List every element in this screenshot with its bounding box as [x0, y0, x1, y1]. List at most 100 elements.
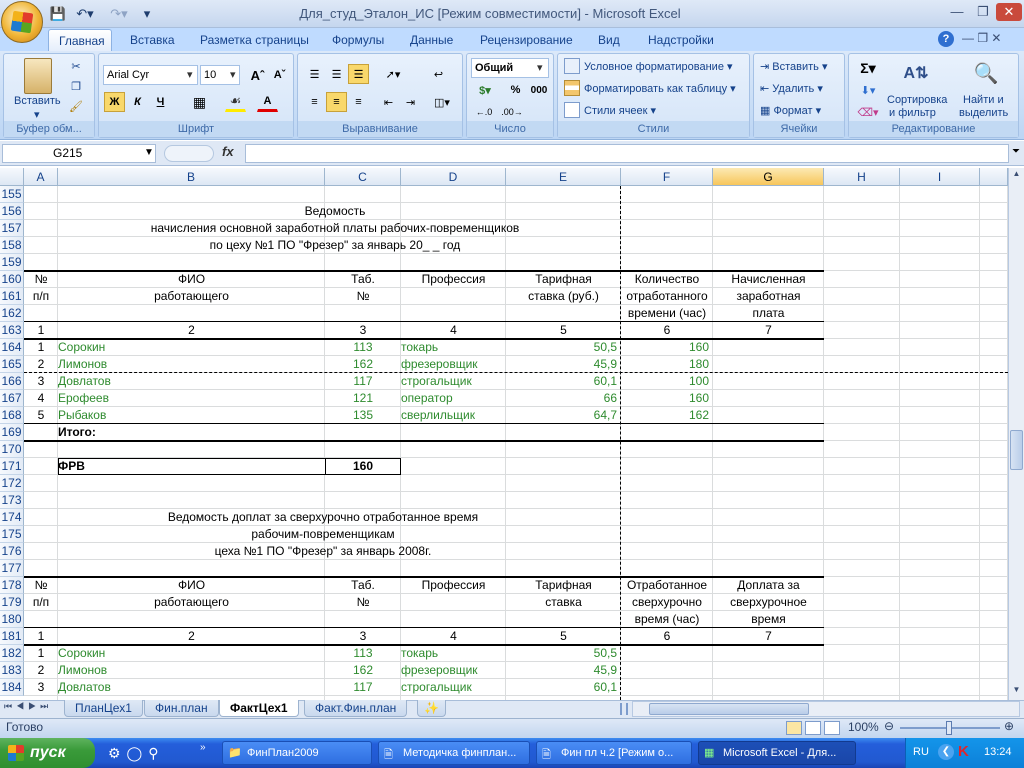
tab-number-cell[interactable]: 121: [325, 390, 401, 407]
column-header-i[interactable]: I: [900, 168, 980, 186]
row-header[interactable]: 170: [0, 441, 24, 458]
report-title-line[interactable]: начисления основной заработной платы раб…: [58, 220, 612, 237]
fill-icon[interactable]: ⬇▾: [853, 80, 883, 100]
table-header-cell[interactable]: отработанного: [621, 288, 713, 305]
page-break-view-icon[interactable]: [824, 721, 840, 735]
tab-split-handle[interactable]: [620, 703, 628, 715]
row-number-cell[interactable]: 3: [24, 373, 58, 390]
tab-insert[interactable]: Вставка: [120, 29, 185, 51]
row-number-cell[interactable]: 2: [24, 662, 58, 679]
column-number-cell[interactable]: 5: [506, 322, 621, 339]
tab-home[interactable]: Главная: [48, 29, 112, 51]
cell-styles-button[interactable]: Стили ячеек ▾: [584, 104, 656, 117]
row-header[interactable]: 173: [0, 492, 24, 509]
tab-review[interactable]: Рецензирование: [470, 29, 583, 51]
row-header[interactable]: 171: [0, 458, 24, 475]
ribbon-minimize-icon[interactable]: — ❐ ✕: [962, 31, 1001, 45]
select-all-corner[interactable]: [0, 168, 24, 186]
row-header[interactable]: 155: [0, 186, 24, 203]
table-header-cell[interactable]: времени (час): [621, 305, 713, 322]
name-box[interactable]: G215: [2, 144, 156, 163]
increase-indent-icon[interactable]: ⇥: [400, 92, 421, 112]
decrease-indent-icon[interactable]: ⇤: [378, 92, 399, 112]
find-select-label[interactable]: Найти и: [963, 94, 1004, 106]
column-header-b[interactable]: B: [58, 168, 325, 186]
tab-addins[interactable]: Надстройки: [638, 29, 724, 51]
profession-cell[interactable]: токарь: [401, 645, 506, 662]
profession-cell[interactable]: строгальщик: [401, 679, 506, 696]
row-header[interactable]: 166: [0, 373, 24, 390]
table-header-cell[interactable]: время: [713, 611, 824, 628]
column-number-cell[interactable]: 4: [401, 628, 506, 645]
increase-decimal-icon[interactable]: ←.0: [471, 102, 497, 122]
table-header-cell[interactable]: ФИО: [58, 577, 325, 594]
font-name-box[interactable]: Arial Cyr: [103, 65, 198, 85]
zoom-in-icon[interactable]: ⊕: [1004, 719, 1014, 733]
tariff-rate-cell[interactable]: 50,5: [506, 339, 621, 356]
align-center-icon[interactable]: ≡: [326, 92, 347, 112]
sheet-tab[interactable]: ПланЦех1: [64, 700, 143, 717]
row-header[interactable]: 177: [0, 560, 24, 577]
font-color-icon[interactable]: A: [257, 92, 278, 112]
report-title-line[interactable]: Ведомость доплат за сверхурочно отработа…: [58, 509, 588, 526]
report-title-line[interactable]: рабочим-повременщикам: [58, 526, 588, 543]
profession-cell[interactable]: фрезеровщик: [401, 356, 506, 373]
page-layout-view-icon[interactable]: [805, 721, 821, 735]
fill-color-icon[interactable]: ☙: [225, 92, 246, 112]
row-header[interactable]: 163: [0, 322, 24, 339]
table-header-cell[interactable]: п/п: [24, 288, 58, 305]
scroll-down-icon[interactable]: ▼: [1010, 685, 1023, 699]
find-select-icon[interactable]: 🔍: [971, 58, 1001, 88]
close-button[interactable]: ✕: [996, 3, 1022, 21]
sort-filter-label-2[interactable]: и фильтр: [889, 107, 936, 119]
tab-formulas[interactable]: Формулы: [322, 29, 394, 51]
sheet-tab[interactable]: Фин.план: [144, 700, 219, 717]
tariff-rate-cell[interactable]: 64,7: [506, 407, 621, 424]
find-select-label-2[interactable]: выделить: [959, 107, 1008, 119]
tab-number-cell[interactable]: 117: [325, 679, 401, 696]
tariff-rate-cell[interactable]: 50,5: [506, 645, 621, 662]
format-cells-button[interactable]: ▦ Формат ▾: [760, 104, 821, 117]
hours-cell[interactable]: 160: [621, 390, 713, 407]
column-number-cell[interactable]: 2: [58, 628, 325, 645]
antivirus-icon[interactable]: K: [958, 743, 969, 760]
column-header-e[interactable]: E: [506, 168, 621, 186]
row-header[interactable]: 183: [0, 662, 24, 679]
tab-number-cell[interactable]: 162: [325, 662, 401, 679]
row-header[interactable]: 158: [0, 237, 24, 254]
column-header-d[interactable]: D: [401, 168, 506, 186]
start-button[interactable]: пуск: [0, 738, 95, 768]
row-header[interactable]: 178: [0, 577, 24, 594]
taskbar-task[interactable]: ФинПлан2009: [222, 741, 372, 765]
row-header[interactable]: 182: [0, 645, 24, 662]
italic-button[interactable]: К: [127, 92, 148, 112]
table-header-cell[interactable]: п/п: [24, 594, 58, 611]
conditional-format-button[interactable]: Условное форматирование ▾: [584, 60, 733, 73]
currency-icon[interactable]: $▾: [471, 80, 499, 100]
row-header[interactable]: 156: [0, 203, 24, 220]
profession-cell[interactable]: строгальщик: [401, 373, 506, 390]
employee-name-cell[interactable]: Лимонов: [58, 356, 325, 373]
employee-name-cell[interactable]: Довлатов: [58, 679, 325, 696]
merge-center-icon[interactable]: ◫▾: [428, 92, 456, 112]
table-header-cell[interactable]: заработная: [713, 288, 824, 305]
employee-name-cell[interactable]: Сорокин: [58, 645, 325, 662]
grow-font-icon[interactable]: Aˆ: [247, 65, 268, 85]
sheet-tab-active[interactable]: ФактЦех1: [219, 700, 299, 717]
taskbar-task[interactable]: Фин пл ч.2 [Режим о...: [536, 741, 692, 765]
paste-button-label[interactable]: Вставить: [14, 95, 61, 107]
column-number-cell[interactable]: 5: [506, 628, 621, 645]
column-number-cell[interactable]: 2: [58, 322, 325, 339]
align-bottom-icon[interactable]: ☰: [348, 64, 369, 84]
insert-sheet-icon[interactable]: ✨: [417, 700, 446, 717]
row-number-cell[interactable]: 5: [24, 407, 58, 424]
report-title-line[interactable]: Ведомость: [58, 203, 612, 220]
profession-cell[interactable]: токарь: [401, 339, 506, 356]
employee-name-cell[interactable]: Ерофеев: [58, 390, 325, 407]
align-middle-icon[interactable]: ☰: [326, 64, 347, 84]
table-header-cell[interactable]: Таб.: [325, 271, 401, 288]
hours-cell[interactable]: 180: [621, 356, 713, 373]
column-header-h[interactable]: H: [824, 168, 900, 186]
table-header-cell[interactable]: плата: [713, 305, 824, 322]
undo-icon[interactable]: ↶▾: [70, 4, 100, 24]
